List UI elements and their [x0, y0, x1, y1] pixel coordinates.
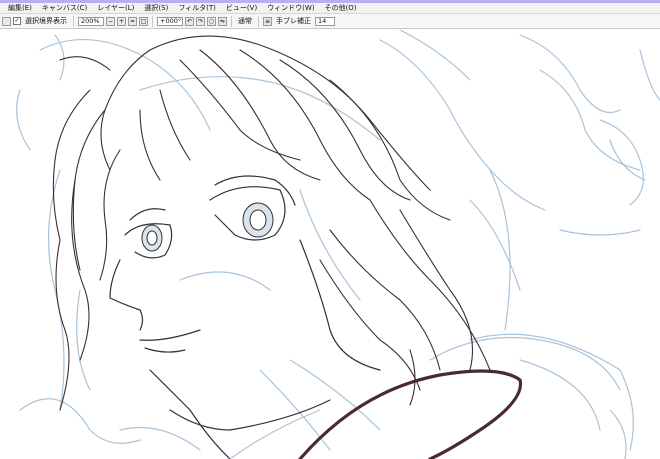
shoulder-sketch [229, 409, 627, 459]
drawing-canvas[interactable] [0, 30, 660, 459]
tool-options-bar: ✓ 選択境界表示 200% − + = □ +000° ↶ ↷ ○ ⇋ 通常 ≡… [0, 14, 660, 29]
zoom-field[interactable]: 200% [78, 16, 104, 26]
rotate-right-icon[interactable]: ↷ [196, 16, 205, 26]
toolbar-separator [73, 15, 74, 27]
toolbar-separator [152, 15, 153, 27]
collar-lineart [298, 369, 523, 459]
rotate-left-icon[interactable]: ↶ [185, 16, 194, 26]
toolbar-mini-button[interactable] [2, 16, 11, 26]
menu-view[interactable]: ビュー(V) [221, 3, 262, 14]
toolbar-separator [258, 15, 259, 27]
menu-canvas[interactable]: キャンバス(C) [37, 3, 92, 14]
stabilizer-label: 手ブレ補正 [276, 17, 311, 25]
blend-mode-label[interactable]: 通常 [236, 16, 254, 26]
toolbar-separator [231, 15, 232, 27]
rotation-field[interactable]: +000° [157, 16, 183, 26]
stabilizer-field[interactable]: 14 [315, 16, 335, 26]
menu-bar: 編集(E) キャンバス(C) レイヤー(L) 選択(S) フィルタ(T) ビュー… [0, 3, 660, 14]
zoom-out-icon[interactable]: − [106, 16, 115, 26]
show-selection-checkbox[interactable]: ✓ [13, 17, 21, 25]
menu-window[interactable]: ウィンドウ(W) [262, 3, 319, 14]
menu-filter[interactable]: フィルタ(T) [173, 3, 221, 14]
menu-select[interactable]: 選択(S) [139, 3, 173, 14]
zoom-fit-icon[interactable]: □ [139, 16, 148, 26]
menu-edit[interactable]: 編集(E) [3, 3, 37, 14]
flip-horizontal-icon[interactable]: ⇋ [218, 16, 227, 26]
stabilizer-icon[interactable]: ≡ [263, 16, 272, 26]
menu-other[interactable]: その他(O) [320, 3, 362, 14]
rotate-reset-icon[interactable]: ○ [207, 16, 216, 26]
zoom-reset-icon[interactable]: = [128, 16, 137, 26]
eye-details [141, 202, 274, 252]
show-selection-label: 選択境界表示 [25, 17, 67, 25]
canvas-artwork [16, 30, 660, 459]
menu-layer[interactable]: レイヤー(L) [92, 3, 139, 14]
zoom-in-icon[interactable]: + [117, 16, 126, 26]
